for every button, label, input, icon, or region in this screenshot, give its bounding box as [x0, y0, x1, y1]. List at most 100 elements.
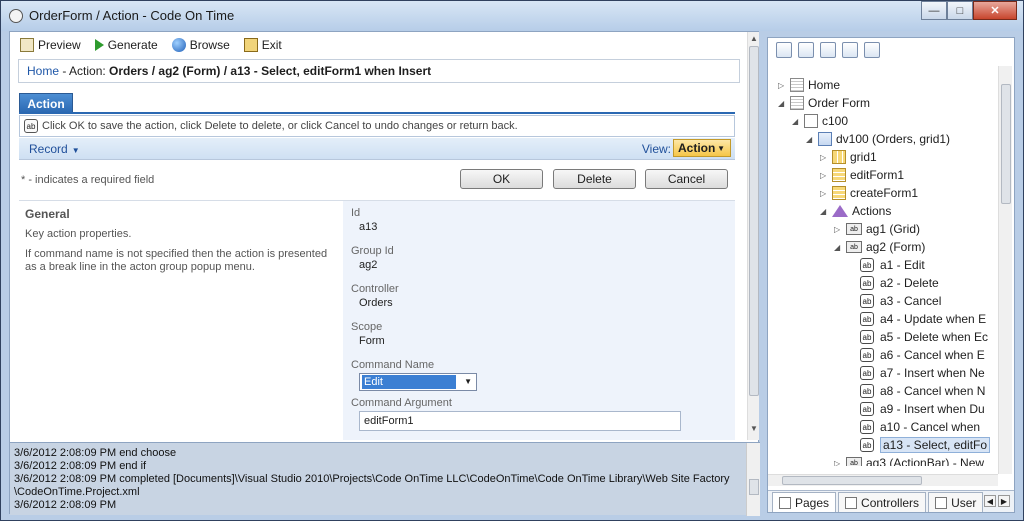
command-argument-input[interactable]: editForm1	[359, 411, 681, 431]
window-title: OrderForm / Action - Code On Time	[29, 8, 235, 23]
tree-node-label: a8 - Cancel when N	[880, 384, 986, 398]
tree-node-a5[interactable]: ab a5 - Delete when Ec	[860, 328, 988, 346]
tab-controllers[interactable]: Controllers	[838, 492, 927, 512]
view-value: Action	[678, 141, 716, 155]
ok-button[interactable]: OK	[460, 169, 543, 189]
scroll-up-icon[interactable]: ▲	[749, 34, 759, 44]
tree-node-order-form[interactable]: ◢ Order Form	[778, 94, 870, 112]
tab-user[interactable]: User	[928, 492, 984, 512]
controllers-icon	[845, 496, 858, 509]
tree-node-ag1[interactable]: ▷ ab ag1 (Grid)	[834, 220, 920, 238]
expand-icon[interactable]: ▷	[834, 459, 844, 467]
tree-node-a8[interactable]: ab a8 - Cancel when N	[860, 382, 985, 400]
tree-node-a6[interactable]: ab a6 - Cancel when E	[860, 346, 985, 364]
tree-node-label: a6 - Cancel when E	[880, 348, 985, 362]
tree-node-a9[interactable]: ab a9 - Insert when Du	[860, 400, 985, 418]
main-toolbar: Preview Generate Browse Exit	[10, 32, 758, 58]
caret-down-icon: ▼	[71, 145, 80, 155]
log-scrollbar[interactable]	[746, 443, 760, 516]
sync-icon[interactable]	[776, 42, 792, 58]
preview-button[interactable]: Preview	[20, 38, 81, 52]
delete-button[interactable]: Delete	[553, 169, 636, 189]
tree-scrollbar[interactable]	[998, 66, 1012, 474]
log-line: 3/6/2012 2:08:09 PM	[14, 499, 117, 511]
breadcrumb-path: Orders / ag2 (Form) / a13 - Select, edit…	[109, 64, 432, 78]
tree-node-createform1[interactable]: ▷ createForm1	[820, 184, 918, 202]
browse-button[interactable]: Browse	[171, 38, 230, 52]
project-explorer: ▷ Home ◢ Order Form ◢ c100 ◢ dv100 (Orde…	[767, 37, 1015, 513]
command-name-select[interactable]: Edit ▼	[359, 373, 477, 391]
tree-node-a7[interactable]: ab a7 - Insert when Ne	[860, 364, 985, 382]
scroll-thumb[interactable]	[749, 46, 759, 396]
tree-node-editform1[interactable]: ▷ editForm1	[820, 166, 904, 184]
pages-icon	[779, 496, 791, 509]
record-bar: Record ▼ View: Action ▼	[19, 138, 735, 160]
tree-horizontal-scrollbar[interactable]	[768, 474, 998, 486]
list-icon[interactable]	[842, 42, 858, 58]
maximize-icon[interactable]: □	[947, 1, 973, 20]
field-group-id: Group Id ag2	[351, 245, 727, 283]
generate-button[interactable]: Generate	[94, 38, 158, 52]
minimize-icon[interactable]: —	[921, 1, 947, 20]
action-icon: ab	[860, 312, 874, 326]
expand-icon[interactable]: ▷	[834, 225, 844, 234]
field-label: Controller	[351, 283, 399, 295]
designer-scrollbar[interactable]: ▲ ▼	[747, 32, 759, 440]
tab-pages[interactable]: Pages	[772, 492, 837, 512]
scroll-thumb[interactable]	[749, 479, 759, 495]
tree-node-actions[interactable]: ◢ Actions	[820, 202, 891, 220]
tab-navigation: ◀ ▶	[984, 495, 1010, 507]
log-line: 3/6/2012 2:08:09 PM end if	[14, 460, 147, 472]
field-id: Id a13	[351, 207, 727, 245]
new-page-icon[interactable]	[820, 42, 836, 58]
expand-icon[interactable]: ▷	[820, 189, 830, 198]
chevron-left-icon[interactable]: ◀	[984, 495, 996, 507]
collapse-icon[interactable]: ◢	[834, 243, 844, 252]
refresh-icon[interactable]	[798, 42, 814, 58]
properties-icon[interactable]	[864, 42, 880, 58]
action-icon: ab	[860, 420, 874, 434]
tree-node-a2[interactable]: ab a2 - Delete	[860, 274, 939, 292]
tree-node-a3[interactable]: ab a3 - Cancel	[860, 292, 941, 310]
tree-node-ag2[interactable]: ◢ ab ag2 (Form)	[834, 238, 925, 256]
collapse-icon[interactable]: ◢	[820, 207, 830, 216]
tree-node-a13[interactable]: ab a13 - Select, editFo	[860, 436, 991, 454]
tree-node-dv100[interactable]: ◢ dv100 (Orders, grid1)	[806, 130, 950, 148]
scroll-down-icon[interactable]: ▼	[749, 424, 759, 434]
log-line: 3/6/2012 2:08:09 PM completed [Documents…	[14, 473, 730, 485]
expand-icon[interactable]: ▷	[778, 81, 788, 90]
scroll-thumb[interactable]	[782, 476, 922, 485]
tree-node-a4[interactable]: ab a4 - Update when E	[860, 310, 986, 328]
cancel-button[interactable]: Cancel	[645, 169, 728, 189]
tab-action[interactable]: Action	[19, 93, 73, 113]
exit-button[interactable]: Exit	[243, 38, 282, 52]
tab-label: Pages	[795, 495, 830, 510]
view-selector[interactable]: Action ▼	[673, 139, 731, 157]
field-value: a13	[359, 221, 378, 233]
tree-node-c100[interactable]: ◢ c100	[792, 112, 848, 130]
info-text: Click OK to save the action, click Delet…	[42, 120, 518, 132]
window-controls: — □ ✕	[921, 1, 1017, 20]
action-icon: ab	[860, 294, 874, 308]
breadcrumb-home-link[interactable]: Home	[27, 64, 59, 78]
collapse-icon[interactable]: ◢	[806, 135, 816, 144]
tree-node-grid1[interactable]: ▷ grid1	[820, 148, 877, 166]
chevron-right-icon[interactable]: ▶	[998, 495, 1010, 507]
tree-node-label: dv100 (Orders, grid1)	[836, 132, 951, 146]
close-icon[interactable]: ✕	[973, 1, 1017, 20]
tree-node-home[interactable]: ▷ Home	[778, 76, 840, 94]
expand-icon[interactable]: ▷	[820, 171, 830, 180]
tab-underline	[19, 112, 735, 114]
action-icon: ab	[24, 119, 38, 133]
collapse-icon[interactable]: ◢	[778, 99, 788, 108]
action-group-icon: ab	[846, 223, 862, 235]
tree-node-label: Order Form	[808, 96, 871, 110]
breadcrumb-prefix: - Action:	[59, 64, 110, 78]
expand-icon[interactable]: ▷	[820, 153, 830, 162]
tree-node-ag3[interactable]: ▷ ab ag3 (ActionBar) - New	[834, 454, 984, 466]
tree-node-a10[interactable]: ab a10 - Cancel when	[860, 418, 980, 436]
collapse-icon[interactable]: ◢	[792, 117, 802, 126]
tree-node-a1[interactable]: ab a1 - Edit	[860, 256, 925, 274]
scroll-thumb[interactable]	[1001, 84, 1011, 204]
record-menu-button[interactable]: Record ▼	[29, 142, 80, 156]
